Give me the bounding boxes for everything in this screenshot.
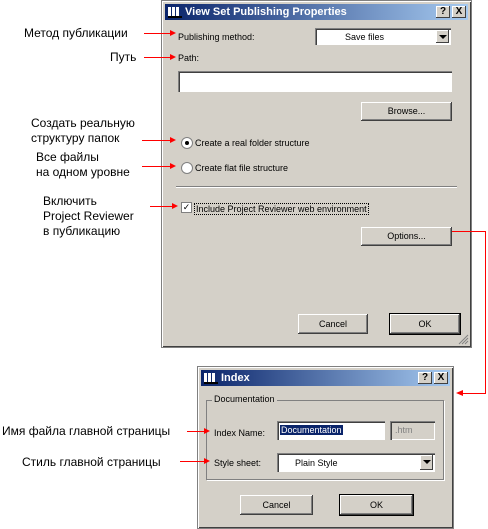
help-button[interactable]: ? [418, 372, 432, 384]
annotation-index-name: Имя файла главной страницы [2, 424, 171, 438]
app-icon [204, 373, 218, 384]
options-connector [485, 231, 486, 394]
connector-arrowhead [456, 390, 463, 396]
annotation-reviewer-1: Включить [43, 194, 97, 208]
annotation-real-folders-2: структуру папок [31, 131, 120, 145]
chevron-down-icon[interactable] [436, 30, 449, 43]
annotation-reviewer-2: Project Reviewer [43, 209, 134, 223]
annotation-method: Метод публикации [24, 26, 128, 40]
options-connector [462, 393, 486, 394]
index-name-value: Documentation [280, 425, 343, 435]
documentation-group-title: Documentation [212, 394, 277, 404]
index-titlebar[interactable]: Index ? X [201, 370, 450, 386]
cancel-button[interactable]: Cancel [298, 314, 368, 334]
index-name-input[interactable]: Documentation [277, 421, 385, 440]
publishing-properties-dialog: View Set Publishing Properties ? X Publi… [161, 0, 472, 348]
ok-button[interactable]: OK [389, 313, 461, 335]
resize-grip-icon[interactable] [458, 334, 469, 345]
annotation-arrow [180, 458, 210, 464]
options-connector [452, 231, 486, 232]
path-input[interactable] [178, 71, 452, 92]
publishing-method-select[interactable]: Save files [315, 28, 451, 45]
index-name-label: Index Name: [214, 428, 266, 438]
annotation-arrow [144, 30, 176, 36]
app-icon [168, 7, 182, 18]
annotation-path: Путь [110, 50, 137, 64]
annotation-arrow [187, 428, 210, 434]
annotation-reviewer-3: в публикацию [43, 224, 121, 238]
options-button[interactable]: Options... [361, 227, 452, 246]
close-button[interactable]: X [452, 6, 466, 18]
real-folder-label[interactable]: Create a real folder structure [195, 138, 310, 148]
publishing-method-label: Publishing method: [178, 32, 255, 42]
ok-button[interactable]: OK [339, 494, 414, 516]
close-button[interactable]: X [434, 372, 448, 384]
index-title: Index [221, 372, 250, 384]
index-dialog: Index ? X Documentation Index Name: Docu… [197, 366, 454, 529]
annotation-arrow [150, 203, 178, 209]
style-sheet-select[interactable]: Plain Style [277, 453, 435, 472]
dialog-titlebar[interactable]: View Set Publishing Properties ? X [165, 4, 468, 20]
flat-file-label[interactable]: Create flat file structure [195, 163, 288, 173]
annotation-arrow [142, 137, 176, 143]
chevron-down-icon[interactable] [420, 455, 433, 470]
extension-value: .htm [395, 425, 413, 435]
annotation-arrow [144, 54, 176, 60]
annotation-arrow [142, 163, 176, 169]
reviewer-checkbox[interactable]: ✓ [181, 202, 192, 213]
annotation-style: Стиль главной страницы [22, 455, 161, 469]
annotation-flat-2: на одном уровне [36, 165, 130, 179]
path-label: Path: [178, 53, 200, 63]
annotation-flat-1: Все файлы [36, 150, 99, 164]
dialog-title: View Set Publishing Properties [185, 6, 347, 18]
publishing-method-value: Save files [345, 32, 385, 42]
real-folder-radio[interactable] [181, 137, 193, 149]
reviewer-label[interactable]: Include Project Reviewer web environment [194, 203, 369, 215]
extension-field: .htm [390, 421, 435, 440]
help-button[interactable]: ? [436, 6, 450, 18]
annotation-real-folders-1: Создать реальную [31, 116, 135, 130]
cancel-button[interactable]: Cancel [240, 495, 313, 515]
browse-button[interactable]: Browse... [361, 102, 452, 121]
style-sheet-label: Style sheet: [214, 458, 262, 468]
flat-file-radio[interactable] [181, 162, 193, 174]
style-sheet-value: Plain Style [295, 458, 338, 468]
separator [176, 186, 457, 188]
